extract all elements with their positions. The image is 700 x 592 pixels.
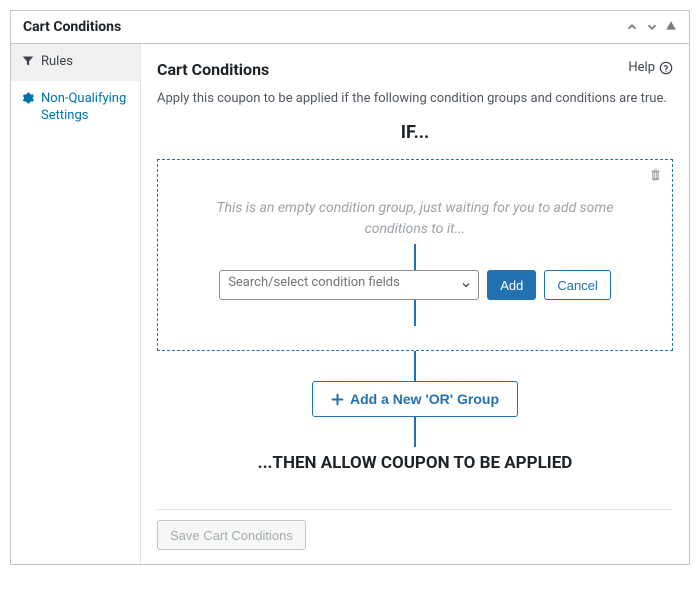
- gear-icon: [21, 92, 35, 104]
- chevron-up-icon[interactable]: [625, 20, 639, 34]
- connector-line: [414, 351, 416, 381]
- connector-line: [414, 300, 416, 326]
- condition-select-wrap[interactable]: Search/select condition fields: [219, 270, 479, 300]
- connector-line: [414, 244, 416, 270]
- panel-header-controls: [625, 20, 677, 34]
- add-or-group-label: Add a New 'OR' Group: [350, 391, 499, 407]
- sidebar-item-rules[interactable]: Rules: [11, 44, 140, 81]
- if-label: IF...: [157, 122, 673, 143]
- save-button[interactable]: Save Cart Conditions: [157, 520, 306, 550]
- help-link[interactable]: Help: [628, 60, 673, 75]
- condition-row: Search/select condition fields Add Cance…: [170, 270, 660, 300]
- then-label: ...THEN ALLOW COUPON TO BE APPLIED: [157, 453, 673, 473]
- triangle-up-icon[interactable]: [665, 20, 677, 34]
- add-or-group-wrap: Add a New 'OR' Group: [157, 381, 673, 417]
- cart-conditions-panel: Cart Conditions Rules: [10, 10, 690, 565]
- connector-line: [414, 417, 416, 447]
- main-content: Cart Conditions Help Apply this coupon t…: [141, 44, 689, 564]
- cancel-button[interactable]: Cancel: [544, 270, 610, 300]
- empty-group-message: This is an empty condition group, just w…: [195, 198, 635, 240]
- panel-body: Rules Non-Qualifying Settings Cart Condi…: [11, 44, 689, 564]
- plus-icon: [331, 393, 344, 406]
- sidebar: Rules Non-Qualifying Settings: [11, 44, 141, 564]
- main-title: Cart Conditions: [157, 60, 269, 79]
- trash-icon[interactable]: [649, 168, 662, 181]
- condition-select[interactable]: Search/select condition fields: [219, 270, 479, 300]
- question-circle-icon: [659, 61, 673, 75]
- sidebar-item-label: Non-Qualifying Settings: [41, 91, 130, 125]
- add-or-group-button[interactable]: Add a New 'OR' Group: [312, 381, 518, 417]
- sidebar-item-label: Rules: [41, 54, 130, 71]
- panel-header: Cart Conditions: [11, 11, 689, 44]
- footer: Save Cart Conditions: [157, 509, 673, 550]
- panel-title: Cart Conditions: [23, 19, 121, 35]
- sidebar-item-non-qualifying[interactable]: Non-Qualifying Settings: [11, 81, 140, 135]
- description-text: Apply this coupon to be applied if the f…: [157, 91, 673, 106]
- add-button[interactable]: Add: [487, 270, 536, 300]
- condition-group: This is an empty condition group, just w…: [157, 159, 673, 351]
- help-label: Help: [628, 60, 655, 75]
- chevron-down-icon[interactable]: [645, 20, 659, 34]
- funnel-icon: [21, 55, 35, 67]
- main-header: Cart Conditions Help: [157, 56, 673, 87]
